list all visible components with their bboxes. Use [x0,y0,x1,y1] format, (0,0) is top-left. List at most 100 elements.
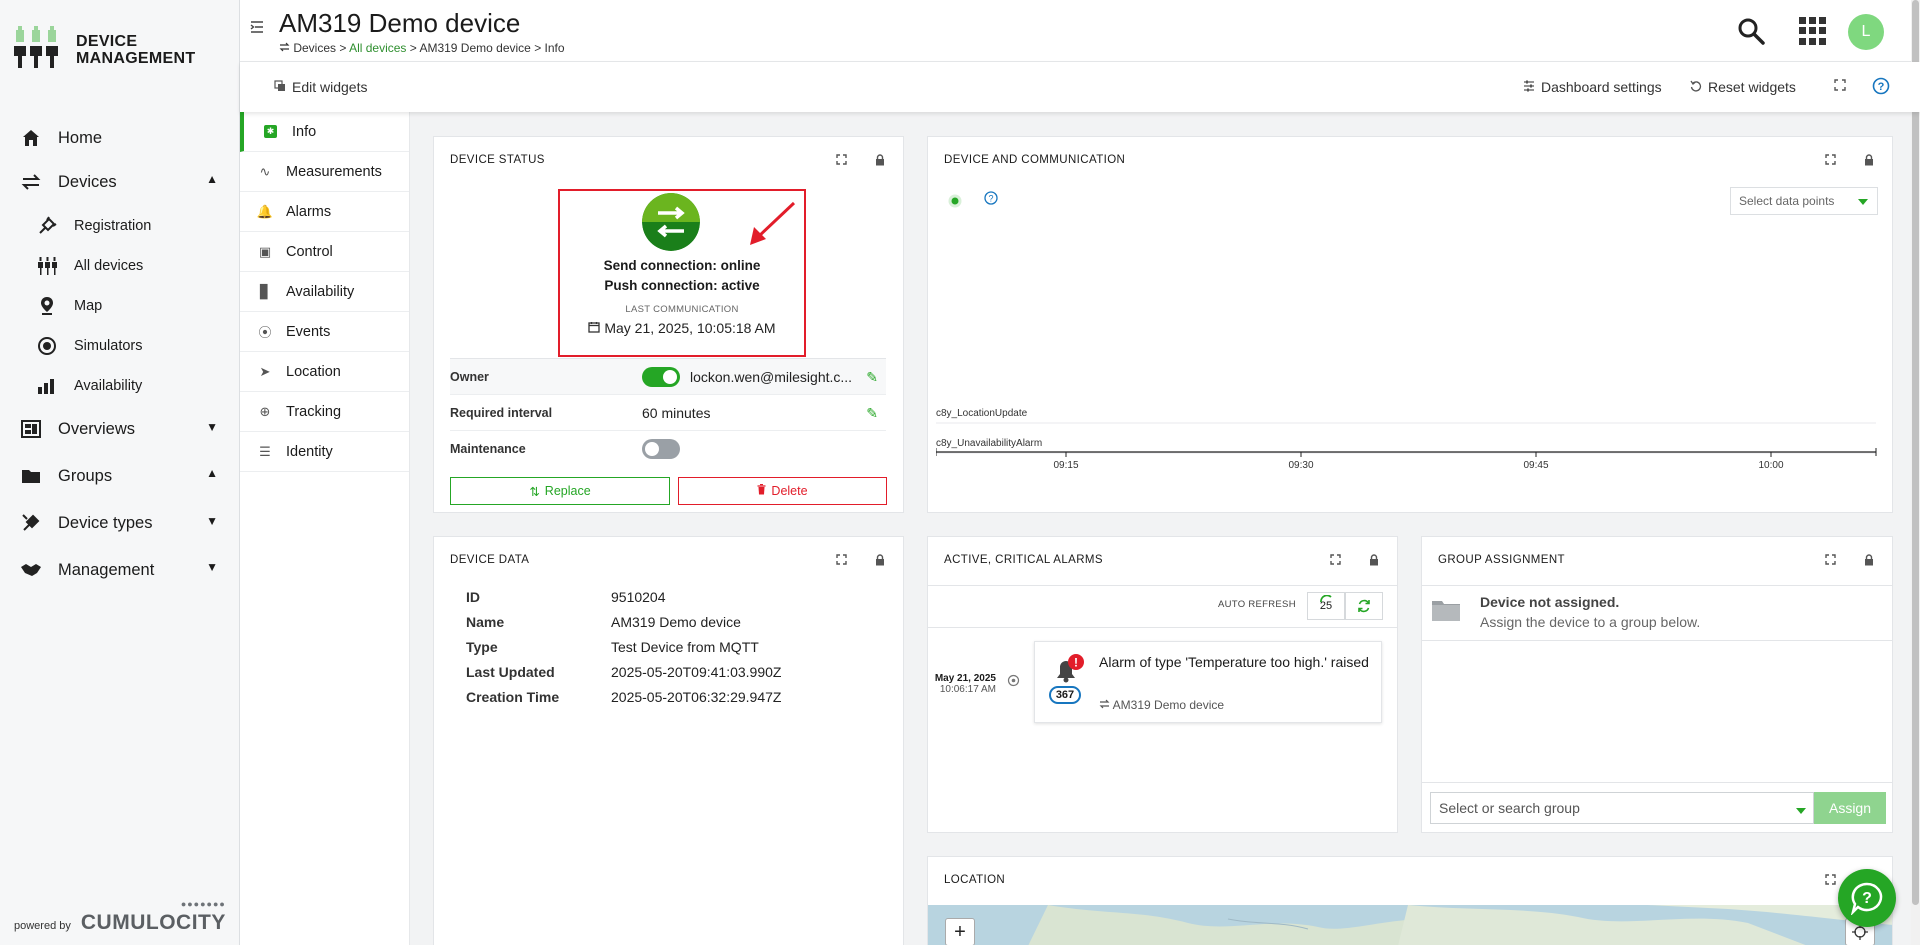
x-tick-label: 09:30 [1288,460,1313,471]
nav-overviews-label: Overviews [58,419,136,438]
expand-icon[interactable] [1825,554,1836,568]
nav-sub-registration[interactable]: Registration [0,206,240,246]
tab-info[interactable]: ✱ Info [240,112,409,152]
edit-widgets-button[interactable]: Edit widgets [274,79,367,95]
tab-control[interactable]: ▣ Control [240,232,409,272]
tab-location[interactable]: ➤ Location [240,352,409,392]
bell-alarm-icon: ! [1049,654,1085,689]
tab-tracking-label: Tracking [286,403,342,420]
alarm-device[interactable]: AM319 Demo device [1099,698,1224,712]
nav-sub-all-devices[interactable]: All devices [0,246,240,286]
nav-devices[interactable]: Devices ▲ [0,158,240,206]
auto-refresh-countdown[interactable]: 25 [1307,592,1345,620]
nav-sub-availability[interactable]: Availability [0,366,240,406]
nav-sub-map[interactable]: Map [0,286,240,326]
nav-management[interactable]: Management ▼ [0,546,240,594]
breadcrumb-info: Info [544,41,565,55]
lock-icon[interactable] [1864,154,1874,169]
toggle-navigator-icon[interactable] [250,20,264,37]
svg-text:?: ? [1878,81,1885,93]
logo-text: DEVICE MANAGEMENT [76,33,195,67]
select-data-points-dropdown[interactable]: Select data points [1730,187,1878,215]
svg-text:!: ! [1074,656,1078,670]
powered-by: powered by ●●●●●●● CUMULOCITY [14,899,226,935]
series-label: c8y_UnavailabilityAlarm [936,438,1042,449]
divider [1422,782,1892,783]
push-connection-status: Push connection: active [604,278,760,293]
assign-button[interactable]: Assign [1814,792,1886,824]
tab-measurements[interactable]: ∿ Measurements [240,152,409,192]
group-search-input[interactable]: Select or search group [1430,792,1814,824]
handshake-icon [20,559,42,581]
breadcrumb-device[interactable]: AM319 Demo device [419,41,530,55]
nav-sub-simulators[interactable]: Simulators [0,326,240,366]
chevron-up-icon: ▲ [206,466,218,480]
pencil-icon[interactable]: ✎ [866,405,878,422]
expand-icon[interactable] [1825,154,1836,168]
pencil-icon[interactable]: ✎ [866,369,878,386]
maintenance-toggle[interactable] [642,438,680,459]
breadcrumb-transfer-icon [279,41,293,55]
page-scrollbar[interactable] [1911,0,1920,945]
x-tick-label: 10:00 [1758,460,1783,471]
devices-icon [36,255,58,277]
expand-icon[interactable] [1825,874,1836,888]
tab-identity[interactable]: ☰ Identity [240,432,409,472]
app-logo[interactable]: DEVICE MANAGEMENT [14,26,195,74]
group-assignment-widget: GROUP ASSIGNMENT Device not assigned. As… [1421,536,1893,833]
device-data-row: Name AM319 Demo device [466,614,741,639]
replace-icon: ⇅ [529,484,540,499]
widget-title: ACTIVE, CRITICAL ALARMS [944,554,1103,566]
lock-icon[interactable] [875,154,885,169]
lock-icon[interactable] [875,554,885,569]
lock-icon[interactable] [1864,554,1874,569]
owner-toggle[interactable] [642,366,680,387]
reset-widgets-button[interactable]: Reset widgets [1690,79,1796,95]
location-map[interactable]: + [928,905,1892,945]
top-header: AM319 Demo device Devices > All devices … [240,0,1920,62]
alarm-text: Alarm of type 'Temperature too high.' ra… [1099,654,1369,670]
tab-availability[interactable]: ▊ Availability [240,272,409,312]
info-help-icon[interactable]: ? [984,191,998,210]
expand-icon[interactable] [836,154,847,168]
dashboard-icon [20,418,42,440]
replace-button[interactable]: ⇅ Replace [450,477,670,505]
nav-groups[interactable]: Groups ▲ [0,452,240,500]
delete-button[interactable]: Delete [678,477,887,505]
control-icon: ▣ [258,243,272,259]
refresh-button[interactable] [1345,592,1383,620]
alarm-item[interactable]: ! 367 Alarm of type 'Temperature too hig… [1034,641,1382,723]
device-data-row: Last Updated 2025-05-20T09:41:03.990Z [466,664,781,689]
breadcrumb-all-devices[interactable]: All devices [349,41,406,55]
divider [928,585,1397,586]
nav-home[interactable]: Home [0,118,240,158]
nav-overviews[interactable]: Overviews ▼ [0,406,240,452]
nav-device-types[interactable]: Device types ▼ [0,500,240,546]
brand-dots-icon: ●●●●●●● [180,899,226,909]
user-avatar[interactable]: L [1848,14,1884,50]
help-icon[interactable]: ? [1872,77,1890,95]
caret-down-icon[interactable] [1795,802,1807,818]
dashboard-settings-label: Dashboard settings [1541,79,1662,95]
help-chat-button[interactable]: ? [1838,869,1896,927]
fullscreen-icon[interactable] [1834,79,1846,91]
tab-tracking[interactable]: ⊕ Tracking [240,392,409,432]
widget-title: DEVICE DATA [450,554,530,566]
owner-value: lockon.wen@milesight.c... [690,368,853,385]
app-switcher-icon[interactable] [1799,17,1827,45]
simulator-icon [36,335,58,357]
row-key: Type [466,639,498,655]
row-value: AM319 Demo device [611,614,741,630]
expand-icon[interactable] [1330,554,1341,568]
breadcrumb-devices[interactable]: Devices [293,41,336,55]
connection-status-highlight: Send connection: online Push connection:… [558,189,806,357]
tab-alarms[interactable]: 🔔 Alarms [240,192,409,232]
expand-icon[interactable] [836,554,847,568]
tab-events[interactable]: ⦿ Events [240,312,409,352]
chevron-down-icon: ▼ [206,560,218,574]
dashboard-settings-button[interactable]: Dashboard settings [1523,79,1662,95]
divider [1422,585,1892,586]
lock-icon[interactable] [1369,554,1379,569]
zoom-in-button[interactable]: + [945,918,975,945]
search-icon[interactable] [1736,16,1766,46]
